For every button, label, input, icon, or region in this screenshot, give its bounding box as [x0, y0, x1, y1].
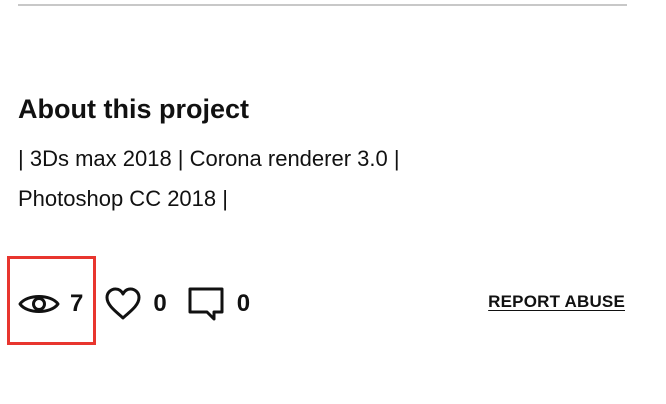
likes-stat[interactable]: 0	[105, 284, 167, 324]
about-title: About this project	[18, 94, 249, 124]
about-description-line: | 3Ds max 2018 | Corona renderer 3.0 |	[18, 146, 400, 171]
project-stats: 7 0 0	[18, 284, 250, 324]
views-stat: 7	[18, 284, 83, 324]
top-divider	[18, 4, 627, 6]
about-description: | 3Ds max 2018 | Corona renderer 3.0 | P…	[18, 139, 578, 219]
comment-icon[interactable]	[187, 286, 225, 322]
about-description-line: Photoshop CC 2018 |	[18, 186, 228, 211]
heart-icon[interactable]	[105, 287, 141, 321]
comments-count: 0	[236, 290, 251, 317]
report-abuse-link[interactable]: REPORT ABUSE	[488, 292, 625, 312]
views-count: 7	[70, 290, 84, 317]
likes-count: 0	[153, 290, 167, 317]
eye-icon	[18, 295, 60, 313]
comments-stat[interactable]: 0	[187, 284, 250, 324]
